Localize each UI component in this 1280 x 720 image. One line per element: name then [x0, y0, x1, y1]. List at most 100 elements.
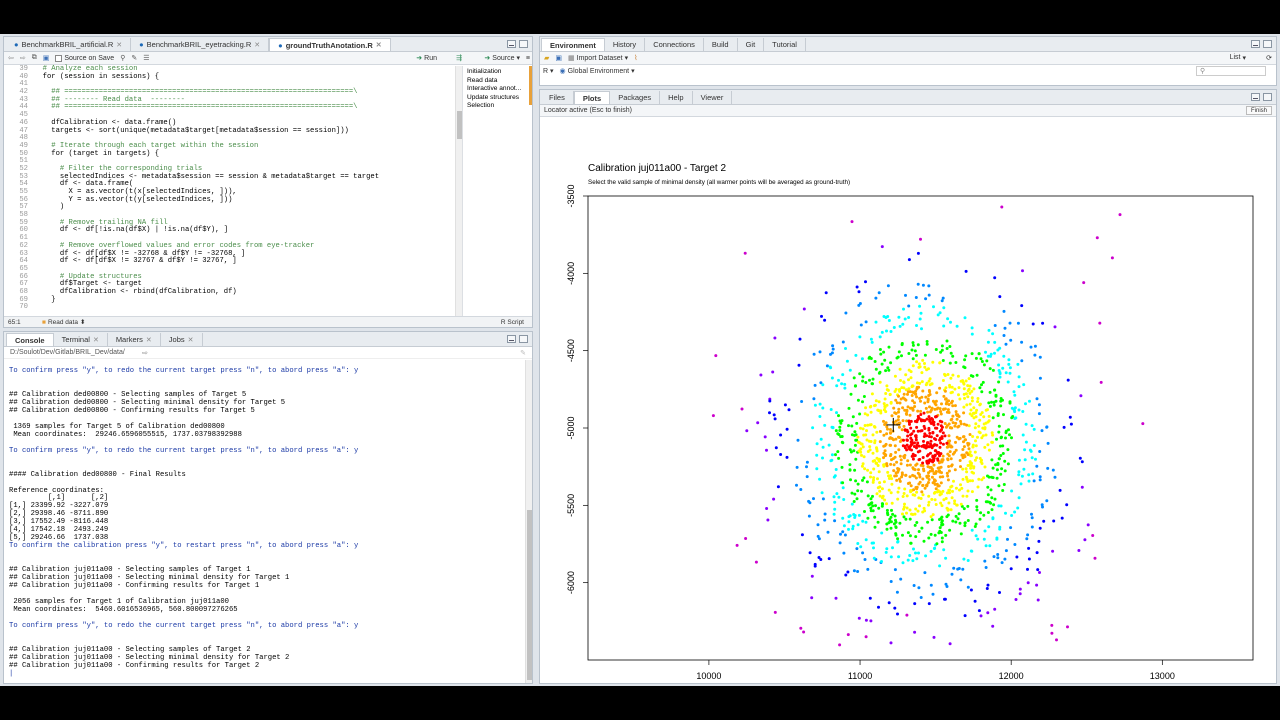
run-button[interactable]: ➜ Run [416, 54, 437, 63]
tab-environment[interactable]: Environment [541, 38, 605, 51]
maximize-button[interactable] [1263, 40, 1272, 48]
data-point [904, 517, 908, 521]
tab-label: History [612, 40, 637, 49]
compile-icon[interactable]: ☰ [143, 54, 149, 62]
tab-viewer[interactable]: Viewer [693, 91, 733, 104]
env-search-input[interactable]: ⚲ [1196, 66, 1266, 76]
data-point [932, 463, 936, 467]
tab-markers[interactable]: Markers ✕ [108, 333, 161, 346]
data-point [965, 494, 969, 498]
editor-scrollbar[interactable] [455, 66, 462, 316]
data-point [1006, 448, 1010, 452]
console-output[interactable]: To confirm press "y", to redo the curren… [4, 360, 524, 683]
broom-icon[interactable]: ⌇ [634, 54, 637, 62]
minimize-button[interactable] [1251, 40, 1260, 48]
source-button[interactable]: ➜ Source ▾ [484, 54, 520, 63]
minimize-button[interactable] [507, 335, 516, 343]
finish-button[interactable]: Finish [1245, 106, 1272, 115]
section-dropdown[interactable]: ■ Read data ⬍ [42, 318, 85, 327]
tab-jobs[interactable]: Jobs ✕ [161, 333, 203, 346]
tab-files[interactable]: Files [541, 91, 574, 104]
wand-icon[interactable]: ✎ [131, 54, 137, 62]
refresh-icon[interactable]: ⟳ [1266, 54, 1272, 62]
outline-item[interactable]: Initialization [467, 68, 532, 77]
minimize-button[interactable] [1251, 93, 1260, 101]
show-in-window-icon[interactable]: ⧉ [32, 54, 37, 62]
code-editor[interactable]: 39 # Analyze each session 40 for (session… [4, 65, 532, 316]
scroll-thumb[interactable] [527, 510, 532, 680]
navigate-icon[interactable]: ⇨ [142, 349, 148, 357]
console-scrollbar[interactable] [525, 360, 532, 683]
language-dropdown[interactable]: R ▾ [543, 67, 554, 75]
data-point [878, 430, 882, 433]
clear-console-icon[interactable]: ✎ [520, 349, 526, 357]
search-icon[interactable]: ⚲ [120, 54, 125, 62]
maximize-button[interactable] [1263, 93, 1272, 101]
maximize-button[interactable] [519, 40, 528, 48]
outline-item[interactable]: Update structures [467, 94, 532, 103]
data-point [816, 534, 820, 538]
data-point [902, 438, 905, 442]
close-icon[interactable]: ✕ [254, 41, 260, 49]
source-on-save-toggle[interactable]: Source on Save [55, 54, 114, 62]
import-dataset-button[interactable]: ▦ Import Dataset ▾ [568, 54, 628, 63]
forward-icon[interactable]: ⇨ [20, 54, 26, 62]
view-mode-dropdown[interactable]: List ▾ [1230, 54, 1246, 62]
data-point [912, 488, 916, 492]
close-icon[interactable]: ✕ [188, 336, 194, 344]
open-folder-icon[interactable]: ▰ [544, 54, 549, 62]
close-icon[interactable]: ✕ [116, 41, 122, 49]
checkbox-icon[interactable] [55, 54, 63, 62]
y-tick-label: -5500 [566, 494, 576, 517]
data-point [948, 345, 952, 348]
data-point [933, 533, 937, 537]
data-point [948, 450, 952, 454]
tab-build[interactable]: Build [704, 38, 738, 51]
outline-item[interactable]: Selection [467, 102, 532, 111]
data-point [808, 551, 812, 555]
tab-history[interactable]: History [605, 38, 646, 51]
close-icon[interactable]: ✕ [376, 41, 382, 49]
scope-dropdown[interactable]: ◉ Global Environment ▾ [560, 67, 635, 76]
close-icon[interactable]: ✕ [93, 336, 99, 344]
tab-help[interactable]: Help [660, 91, 693, 104]
tab-packages[interactable]: Packages [610, 91, 661, 104]
rerun-icon[interactable]: ⇶ [456, 54, 462, 62]
close-icon[interactable]: ✕ [146, 336, 152, 344]
data-point [901, 495, 905, 498]
menu-lines-icon[interactable]: ≡ [526, 55, 530, 62]
tab-console[interactable]: Console [6, 333, 54, 346]
data-point [879, 352, 883, 356]
outline-item[interactable]: Read data [467, 77, 532, 86]
data-point [841, 530, 845, 534]
tab-connections[interactable]: Connections [645, 38, 704, 51]
scroll-thumb[interactable] [457, 111, 462, 139]
file-type-label[interactable]: R Script [501, 319, 524, 326]
data-point [1016, 506, 1020, 510]
editor-tab[interactable]: ● BenchmarkBRIL_artificial.R ✕ [6, 38, 132, 51]
tab-git[interactable]: Git [738, 38, 765, 51]
plots-tabbar: Files Plots Packages Help Viewer [540, 90, 1276, 105]
save-icon[interactable]: ▣ [43, 54, 50, 62]
data-point [895, 478, 899, 482]
editor-tab-active[interactable]: ● groundTruthAnotation.R ✕ [269, 38, 391, 51]
minimize-button[interactable] [507, 40, 516, 48]
data-point [900, 471, 904, 475]
tab-terminal[interactable]: Terminal ✕ [54, 333, 108, 346]
data-point [912, 547, 915, 551]
data-point [711, 414, 715, 418]
tab-tutorial[interactable]: Tutorial [764, 38, 806, 51]
data-point [797, 363, 801, 367]
back-icon[interactable]: ⇦ [8, 54, 14, 62]
maximize-button[interactable] [519, 335, 528, 343]
plot-canvas[interactable]: Calibration juj011a00 - Target 2 Select … [540, 117, 1276, 683]
scatter-plot[interactable]: Calibration juj011a00 - Target 2 Select … [540, 117, 1276, 683]
save-icon[interactable]: ▣ [555, 54, 562, 62]
tab-plots[interactable]: Plots [573, 91, 611, 104]
data-point [798, 337, 802, 341]
outline-item[interactable]: Interactive annot... [467, 85, 532, 94]
data-point [966, 489, 970, 493]
data-point [868, 378, 871, 382]
editor-tab[interactable]: ● BenchmarkBRIL_eyetracking.R ✕ [131, 38, 270, 51]
